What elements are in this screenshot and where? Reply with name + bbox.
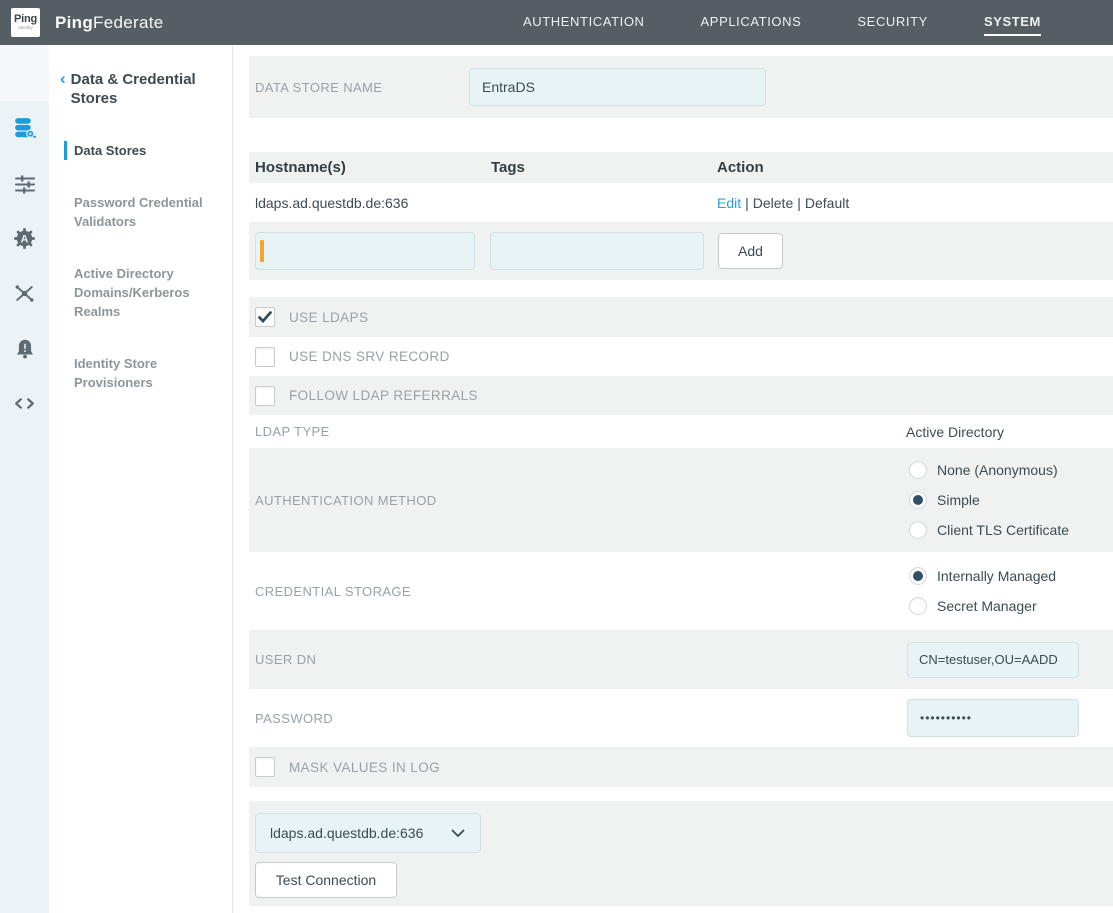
delete-link[interactable]: Delete [753,195,793,211]
col-header-action: Action [717,159,764,176]
col-header-tags: Tags [491,159,717,176]
col-header-hostnames: Hostname(s) [255,159,491,176]
data-store-name-input[interactable] [469,68,766,106]
nav-system[interactable]: SYSTEM [984,10,1041,36]
action-cell: Edit|Delete|Default [717,195,849,211]
radio-label-secret-manager: Secret Manager [937,598,1037,614]
radio-label-simple: Simple [937,492,980,508]
svg-text:A: A [21,234,29,246]
mask-values-in-log-label: MASK VALUES IN LOG [289,760,440,775]
main-nav: AUTHENTICATION APPLICATIONS SECURITY SYS… [523,10,1113,36]
network-nodes-icon[interactable] [0,266,49,321]
action-separator: | [745,195,749,211]
use-ldaps-row: USE LDAPS [249,297,1113,337]
ldap-type-value: Active Directory [906,424,1004,440]
sidebar-item-ad-domains-kerberos-realms[interactable]: Active Directory Domains/Kerberos Realms [49,264,219,321]
gear-a-icon[interactable]: A [0,211,49,266]
test-connection-button[interactable]: Test Connection [255,862,397,898]
data-store-name-row: DATA STORE NAME [249,56,1113,118]
use-dns-srv-checkbox[interactable] [255,347,275,367]
default-link[interactable]: Default [805,195,849,211]
use-ldaps-checkbox[interactable] [255,307,275,327]
radio-simple[interactable] [909,491,927,509]
top-navbar: Ping Identity PingFederate AUTHENTICATIO… [0,0,1113,45]
hostnames-table-header: Hostname(s) Tags Action [249,152,1113,183]
hostname-select[interactable]: ldaps.ad.questdb.de:636 [255,813,481,853]
app-title-light: Federate [93,13,163,32]
code-brackets-icon[interactable] [0,376,49,431]
credential-storage-row: CREDENTIAL STORAGE Internally Managed Se… [249,552,1113,630]
radio-option-none-anonymous[interactable]: None (Anonymous) [909,461,1069,479]
nav-applications[interactable]: APPLICATIONS [701,10,802,36]
new-tags-input[interactable] [490,232,704,270]
radio-client-tls-certificate[interactable] [909,521,927,539]
icon-rail: A [0,45,49,913]
add-hostname-row: Add [249,222,1113,280]
use-dns-srv-row: USE DNS SRV RECORD [249,337,1113,376]
follow-ldap-referrals-label: FOLLOW LDAP REFERRALS [289,388,478,403]
sidebar-item-password-credential-validators[interactable]: Password Credential Validators [49,193,219,231]
rail-top-strip [0,45,49,101]
user-dn-input[interactable] [907,642,1079,678]
radio-secret-manager[interactable] [909,597,927,615]
logo-text: Ping [14,14,37,25]
use-dns-srv-label: USE DNS SRV RECORD [289,349,450,364]
user-dn-row: USER DN [249,630,1113,689]
logo-subtext: Identity [18,26,33,31]
radio-label-none-anonymous: None (Anonymous) [937,462,1058,478]
hostname-select-value: ldaps.ad.questdb.de:636 [270,825,423,841]
radio-option-secret-manager[interactable]: Secret Manager [909,597,1056,615]
radio-option-internally-managed[interactable]: Internally Managed [909,567,1056,585]
user-dn-label: USER DN [255,652,316,667]
sliders-icon[interactable] [0,156,49,211]
nav-authentication[interactable]: AUTHENTICATION [523,10,645,36]
data-stores-database-key-icon[interactable] [0,101,49,156]
ldap-type-row: LDAP TYPE Active Directory [249,415,1113,448]
mask-values-in-log-row: MASK VALUES IN LOG [249,747,1113,787]
add-button[interactable]: Add [718,233,783,269]
hostname-table-row: ldaps.ad.questdb.de:636 Edit|Delete|Defa… [249,183,1113,222]
radio-option-client-tls-certificate[interactable]: Client TLS Certificate [909,521,1069,539]
action-separator: | [797,195,801,211]
hostname-cell: ldaps.ad.questdb.de:636 [255,195,491,211]
new-hostname-wrap [255,232,475,270]
nav-security[interactable]: SECURITY [857,10,928,36]
sidebar-item-identity-store-provisioners[interactable]: Identity Store Provisioners [49,354,219,392]
credential-storage-label: CREDENTIAL STORAGE [255,584,411,599]
main-content: DATA STORE NAME Hostname(s) Tags Action … [233,45,1113,913]
secondary-sidebar: ‹ Data & Credential Stores Data Stores P… [49,45,233,913]
use-ldaps-label: USE LDAPS [289,310,368,325]
radio-option-simple[interactable]: Simple [909,491,1069,509]
authentication-method-label: AUTHENTICATION METHOD [255,493,437,508]
back-chevron-icon[interactable]: ‹ [60,70,66,108]
sidebar-title: Data & Credential Stores [71,70,211,108]
data-store-name-label: DATA STORE NAME [255,80,469,95]
password-input[interactable] [907,699,1079,737]
sidebar-header: ‹ Data & Credential Stores [49,70,232,108]
app-title-bold: Ping [55,13,93,32]
new-hostname-input[interactable] [255,232,475,270]
mask-values-in-log-checkbox[interactable] [255,757,275,777]
follow-ldap-referrals-row: FOLLOW LDAP REFERRALS [249,376,1113,415]
required-marker [260,240,264,262]
ping-identity-logo: Ping Identity [11,8,40,37]
credential-storage-options: Internally Managed Secret Manager [909,567,1056,615]
chevron-down-icon [451,829,465,838]
sidebar-item-data-stores[interactable]: Data Stores [64,141,219,160]
ldap-type-label: LDAP TYPE [255,424,330,439]
authentication-method-row: AUTHENTICATION METHOD None (Anonymous) S… [249,448,1113,552]
password-row: PASSWORD [249,689,1113,747]
radio-label-client-tls-certificate: Client TLS Certificate [937,522,1069,538]
radio-label-internally-managed: Internally Managed [937,568,1056,584]
edit-link[interactable]: Edit [717,195,741,211]
alert-bell-icon[interactable] [0,321,49,376]
app-title: PingFederate [55,13,163,33]
follow-ldap-referrals-checkbox[interactable] [255,386,275,406]
authentication-method-options: None (Anonymous) Simple Client TLS Certi… [909,461,1069,539]
test-connection-panel: ldaps.ad.questdb.de:636 Test Connection [249,801,1113,906]
password-label: PASSWORD [255,711,333,726]
radio-none-anonymous[interactable] [909,461,927,479]
radio-internally-managed[interactable] [909,567,927,585]
